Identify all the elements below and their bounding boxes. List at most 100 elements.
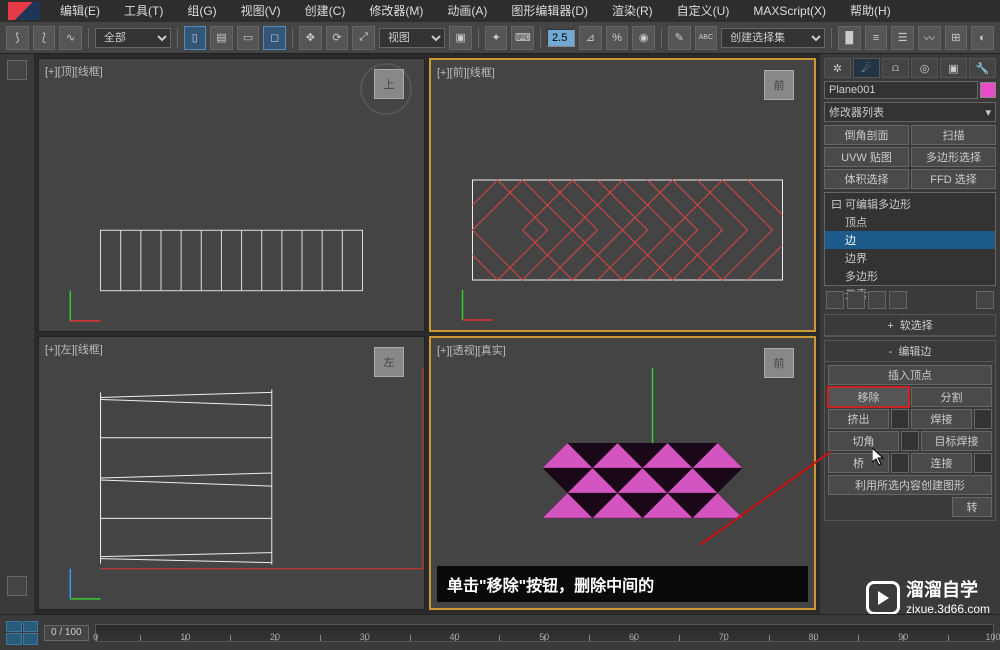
weld-settings-icon[interactable] [974,409,992,429]
mod-btn-ffd[interactable]: FFD 选择 [911,169,996,189]
unlink-icon[interactable]: ⟅ [33,26,56,50]
menu-group[interactable]: 组(G) [175,0,228,22]
mod-btn-sweep[interactable]: 扫描 [911,125,996,145]
material-editor-icon[interactable]: ◐ [971,26,994,50]
connect-settings-icon[interactable] [974,453,992,473]
move-icon[interactable]: ✥ [299,26,322,50]
viewcube-icon[interactable]: 前 [764,348,794,378]
object-name-input[interactable] [824,81,978,99]
viewport-label[interactable]: [+][透视][真实] [437,342,506,358]
viewcube-icon[interactable]: 前 [764,70,794,100]
viewport-label[interactable]: [+][顶][线框] [45,63,103,79]
viewport-top[interactable]: [+][顶][线框] 上 [38,58,425,332]
modifier-stack[interactable]: 曰 可编辑多边形 顶点 边 边界 多边形 元素 [824,192,996,286]
tab-hierarchy-icon[interactable]: ⩍ [882,58,909,78]
modifier-list-select[interactable]: 修改器列表▾ [824,102,996,122]
tab-motion-icon[interactable]: ◎ [911,58,938,78]
object-color-swatch[interactable] [980,82,996,98]
select-window-icon[interactable]: ◻ [263,26,286,50]
spinner-snap-icon[interactable]: ◉ [632,26,655,50]
menu-tools[interactable]: 工具(T) [112,0,175,22]
viewport-label[interactable]: [+][左][线框] [45,341,103,357]
stack-border[interactable]: 边界 [825,249,995,267]
make-unique-icon[interactable] [868,291,886,309]
select-object-icon[interactable]: ▯ [184,26,207,50]
ref-coord-select[interactable]: 视图 [379,28,445,48]
angle-snap-icon[interactable]: ⊿ [579,26,602,50]
chamfer-button[interactable]: 切角 [828,431,899,451]
layers-icon[interactable]: ☰ [891,26,914,50]
mod-btn-volselect[interactable]: 体积选择 [824,169,909,189]
connect-button[interactable]: 连接 [911,453,972,473]
menu-create[interactable]: 创建(C) [293,0,358,22]
align-icon[interactable]: ≡ [865,26,888,50]
menu-edit[interactable]: 编辑(E) [48,0,112,22]
menu-help[interactable]: 帮助(H) [838,0,903,22]
tab-display-icon[interactable]: ▣ [940,58,967,78]
menu-customize[interactable]: 自定义(U) [665,0,742,22]
stack-editable-poly[interactable]: 曰 可编辑多边形 [825,195,995,213]
bind-icon[interactable]: ∿ [59,26,82,50]
select-name-icon[interactable]: ▤ [210,26,233,50]
turn-button[interactable]: 转 [952,497,992,517]
menu-grapheditor[interactable]: 图形编辑器(D) [499,0,600,22]
viewcube-icon[interactable]: 左 [374,347,404,377]
remove-modifier-icon[interactable] [889,291,907,309]
play-icon[interactable] [7,576,27,596]
menu-render[interactable]: 渲染(R) [600,0,665,22]
extrude-settings-icon[interactable] [891,409,909,429]
split-button[interactable]: 分割 [911,387,992,407]
mirror-icon[interactable]: ▐▌ [838,26,861,50]
schematic-icon[interactable]: ⊞ [945,26,968,50]
menu-maxscript[interactable]: MAXScript(X) [741,0,838,22]
stack-polygon[interactable]: 多边形 [825,267,995,285]
tab-modify-icon[interactable]: ☄ [853,58,880,78]
viewport-front[interactable]: [+][前][线框] 前 [429,58,816,332]
target-weld-button[interactable]: 目标焊接 [921,431,992,451]
expand-icon[interactable] [7,60,27,80]
scale-icon[interactable]: ⤢ [352,26,375,50]
command-panel-tabs: ✲ ☄ ⩍ ◎ ▣ 🔧 [824,58,996,78]
mod-btn-bevel-profile[interactable]: 倒角剖面 [824,125,909,145]
mod-btn-polyselect[interactable]: 多边形选择 [911,147,996,167]
tab-create-icon[interactable]: ✲ [824,58,851,78]
named-selection-edit-icon[interactable]: ✎ [668,26,691,50]
curve-editor-icon[interactable]: 〰 [918,26,941,50]
configure-sets-icon[interactable] [976,291,994,309]
menu-modifiers[interactable]: 修改器(M) [357,0,435,22]
rollout-soft-selection[interactable]: + 软选择 [824,314,996,337]
viewcube-icon[interactable]: 上 [374,69,404,99]
show-end-result-icon[interactable] [847,291,865,309]
snap-value[interactable]: 2.5 [547,29,575,47]
selection-filter-select[interactable]: 全部 [95,28,171,48]
timeline-slider[interactable]: 0102030405060708090100 [95,624,994,642]
remove-button[interactable]: 移除 [828,387,909,407]
manipulate-icon[interactable]: ✦ [485,26,508,50]
insert-vertex-button[interactable]: 插入顶点 [828,365,992,385]
stack-edge[interactable]: 边 [825,231,995,249]
percent-snap-icon[interactable]: % [606,26,629,50]
extrude-button[interactable]: 挤出 [828,409,889,429]
viewport-left[interactable]: [+][左][线框] 左 [38,336,425,610]
viewport-label[interactable]: [+][前][线框] [437,64,495,80]
weld-button[interactable]: 焊接 [911,409,972,429]
abc-icon[interactable]: ABC [695,26,718,50]
tab-utilities-icon[interactable]: 🔧 [969,58,996,78]
bridge-settings-icon[interactable] [891,453,909,473]
pin-stack-icon[interactable] [826,291,844,309]
create-shape-button[interactable]: 利用所选内容创建图形 [828,475,992,495]
link-icon[interactable]: ⟆ [6,26,29,50]
stack-vertex[interactable]: 顶点 [825,213,995,231]
mod-btn-uvw[interactable]: UVW 贴图 [824,147,909,167]
viewport-perspective[interactable]: [+][透视][真实] 前 [429,336,816,610]
menu-animation[interactable]: 动画(A) [435,0,499,22]
rotate-icon[interactable]: ⟳ [326,26,349,50]
frame-indicator[interactable]: 0 / 100 [44,625,89,641]
chamfer-settings-icon[interactable] [901,431,919,451]
pivot-icon[interactable]: ▣ [449,26,472,50]
keyboard-shortcut-icon[interactable]: ⌨ [511,26,534,50]
menu-view[interactable]: 视图(V) [229,0,293,22]
named-selection-select[interactable]: 创建选择集 [721,28,825,48]
viewport-layout-icon[interactable] [6,621,38,645]
select-region-rect-icon[interactable]: ▭ [237,26,260,50]
